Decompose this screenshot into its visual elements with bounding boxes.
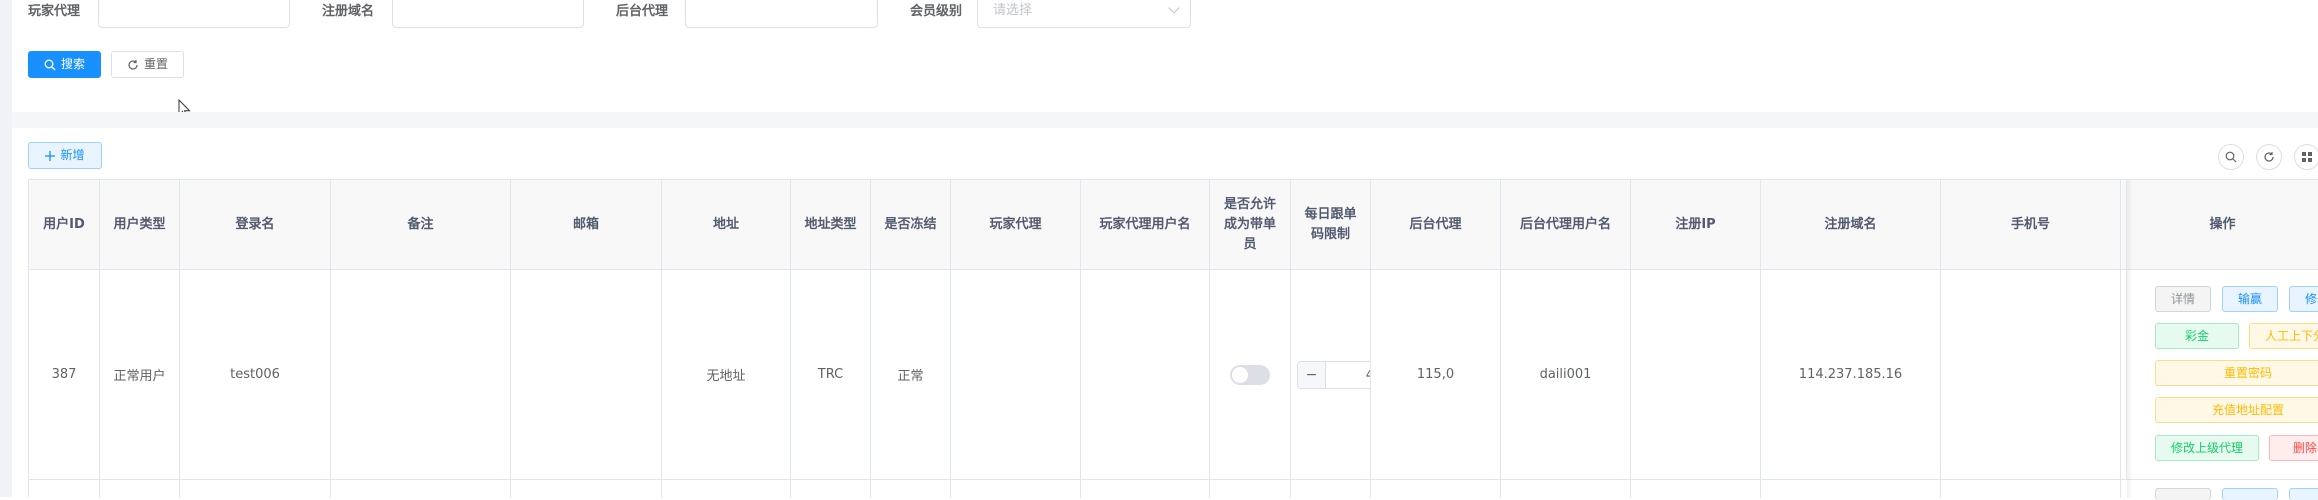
- th-remark[interactable]: 备注: [331, 180, 511, 270]
- refresh-icon: [2264, 152, 2274, 162]
- search-button-label: 搜索: [60, 57, 85, 71]
- next-row-cell: [791, 480, 871, 498]
- th-email[interactable]: 邮箱: [511, 180, 662, 270]
- member-level-placeholder: 请选择: [993, 3, 1033, 18]
- member-level-label: 会员级别: [910, 4, 963, 19]
- th-player-agent[interactable]: 玩家代理: [951, 180, 1081, 270]
- refresh-icon: [128, 59, 138, 70]
- player-agent-label: 玩家代理: [28, 4, 81, 19]
- backend-agent-label: 后台代理: [616, 4, 669, 19]
- toggle-search-button[interactable]: [2218, 144, 2244, 170]
- reset-password-button[interactable]: 重置密码: [2155, 360, 2318, 386]
- th-phone[interactable]: 手机号: [1941, 180, 2121, 270]
- bonus-button[interactable]: 彩金: [2155, 323, 2239, 349]
- cell-backend-agent: 115,0: [1371, 270, 1501, 480]
- th-frozen[interactable]: 是否冻结: [871, 180, 951, 270]
- fixed-column-shadow: [2127, 180, 2133, 498]
- reset-button[interactable]: 重置: [111, 51, 184, 78]
- cell-phone: [1941, 270, 2121, 480]
- reg-domain-input[interactable]: [392, 0, 584, 28]
- next-row-cell: [100, 480, 180, 498]
- cell-reg-domain: 114.237.185.16: [1761, 270, 1941, 480]
- plus-icon: [45, 150, 56, 161]
- cell-allow-lead: [1210, 270, 1291, 480]
- th-allow-lead[interactable]: 是否允许成为带单员: [1210, 180, 1291, 270]
- th-reg-domain[interactable]: 注册域名: [1761, 180, 1941, 270]
- cell-login-name: test006: [180, 270, 331, 480]
- next-row-cell: [951, 480, 1081, 498]
- cell-player-agent: [951, 270, 1081, 480]
- next-row-cell: [1081, 480, 1210, 498]
- next-row-detail-button[interactable]: [2155, 488, 2211, 500]
- next-row-cell: [511, 480, 662, 498]
- next-row-cell: [1761, 480, 1941, 498]
- cell-email: [511, 270, 662, 480]
- cell-frozen: 正常: [871, 270, 951, 480]
- cell-address: 无地址: [662, 270, 791, 480]
- th-login-name[interactable]: 登录名: [180, 180, 331, 270]
- chevron-down-icon: [1168, 2, 1180, 14]
- cell-remark: [331, 270, 511, 480]
- manual-adjust-button[interactable]: 人工上下分: [2249, 323, 2318, 349]
- next-row-cell: [1371, 480, 1501, 498]
- columns-icon: [2302, 152, 2312, 162]
- th-daily-limit[interactable]: 每日跟单码限制: [1291, 180, 1371, 270]
- th-user-id[interactable]: 用户ID: [29, 180, 100, 270]
- switch-knob: [1232, 366, 1248, 383]
- detail-button[interactable]: 详情: [2155, 286, 2211, 312]
- add-button[interactable]: 新增: [28, 142, 102, 169]
- th-backend-agent-username[interactable]: 后台代理用户名: [1501, 180, 1631, 270]
- next-row-cell: [1210, 480, 1291, 498]
- columns-button[interactable]: [2294, 144, 2318, 170]
- backend-agent-input[interactable]: [685, 0, 878, 28]
- reg-domain-label: 注册域名: [322, 4, 375, 19]
- recharge-address-button[interactable]: 充值地址配置: [2155, 397, 2318, 423]
- refresh-table-button[interactable]: [2256, 144, 2282, 170]
- cell-player-agent-username: [1081, 270, 1210, 480]
- allow-lead-switch[interactable]: [1230, 364, 1270, 385]
- th-backend-agent[interactable]: 后台代理: [1371, 180, 1501, 270]
- th-address[interactable]: 地址: [662, 180, 791, 270]
- next-row-cell: [29, 480, 100, 498]
- next-row-edit-button[interactable]: [2289, 488, 2318, 500]
- next-row-cell: [871, 480, 951, 498]
- cell-backend-agent-username: daili001: [1501, 270, 1631, 480]
- next-row-cell: [1631, 480, 1761, 498]
- th-actions: 操作: [2127, 180, 2318, 270]
- change-parent-agent-button[interactable]: 修改上级代理: [2155, 435, 2259, 461]
- add-button-label: 新增: [60, 148, 85, 162]
- win-lose-button[interactable]: 输赢: [2222, 286, 2278, 312]
- member-level-select[interactable]: 请选择: [977, 0, 1191, 28]
- search-icon: [44, 59, 56, 70]
- daily-limit-value[interactable]: 4: [1326, 368, 1370, 383]
- page-content: 玩家代理 注册域名 后台代理 会员级别 请选择 搜索 重置 新增 用户ID 用户…: [12, 0, 2318, 500]
- cell-user-id: 387: [29, 270, 100, 480]
- search-button[interactable]: 搜索: [28, 51, 101, 78]
- section-divider: [12, 112, 2318, 128]
- minus-icon[interactable]: −: [1298, 362, 1326, 388]
- cell-daily-limit: − 4: [1291, 270, 1371, 480]
- reset-button-label: 重置: [143, 57, 168, 71]
- next-row-cell: [662, 480, 791, 498]
- delete-button[interactable]: 删除: [2269, 435, 2318, 461]
- next-row-cell: [1941, 480, 2121, 498]
- next-row-cell: [331, 480, 511, 498]
- cell-user-type: 正常用户: [100, 270, 180, 480]
- th-reg-ip[interactable]: 注册IP: [1631, 180, 1761, 270]
- next-row-cell: [1291, 480, 1371, 498]
- search-icon: [2225, 151, 2237, 163]
- player-agent-input[interactable]: [98, 0, 290, 28]
- daily-limit-stepper[interactable]: − 4: [1297, 361, 1370, 389]
- th-address-type[interactable]: 地址类型: [791, 180, 871, 270]
- cell-reg-ip: [1631, 270, 1761, 480]
- cell-address-type: TRC: [791, 270, 871, 480]
- next-row-cell: [180, 480, 331, 498]
- user-table: 用户ID 用户类型 登录名 备注 邮箱 地址 地址类型 是否冻结 玩家代理 玩家…: [28, 179, 2318, 500]
- next-row-cell: [1501, 480, 1631, 498]
- th-user-type[interactable]: 用户类型: [100, 180, 180, 270]
- next-row-win-lose-button[interactable]: [2222, 488, 2278, 500]
- left-edge-strip: [0, 0, 12, 497]
- th-player-agent-username[interactable]: 玩家代理用户名: [1081, 180, 1210, 270]
- edit-button[interactable]: 修改: [2289, 286, 2318, 312]
